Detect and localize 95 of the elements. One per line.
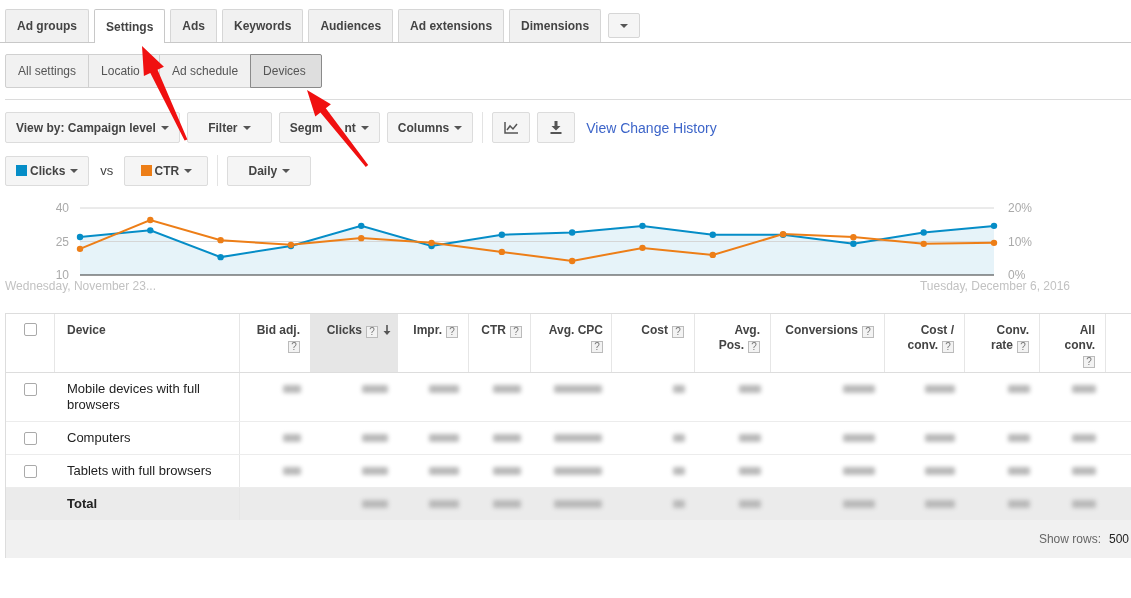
caret-icon bbox=[360, 125, 369, 130]
point bbox=[568, 229, 576, 236]
checkbox[interactable] bbox=[24, 432, 37, 445]
point bbox=[498, 248, 506, 256]
checkbox[interactable] bbox=[23, 323, 37, 336]
point bbox=[709, 251, 716, 259]
axis-tick-label: 20% bbox=[1008, 201, 1033, 215]
help-button[interactable]: ? bbox=[862, 326, 874, 338]
point bbox=[709, 231, 716, 238]
tab[interactable]: Ad schedule bbox=[159, 54, 252, 88]
metric-dropdown[interactable]: Clicks bbox=[5, 155, 90, 186]
tab[interactable]: All settings bbox=[5, 54, 90, 88]
point bbox=[498, 231, 506, 238]
point bbox=[147, 227, 154, 234]
column-header[interactable]: Conversions ? bbox=[771, 314, 885, 372]
point bbox=[358, 222, 365, 230]
point bbox=[76, 233, 84, 241]
line-chart-icon bbox=[504, 121, 519, 134]
column-header[interactable]: Impr. ? bbox=[398, 314, 469, 372]
tab[interactable]: Keywords bbox=[222, 9, 304, 42]
help-button[interactable]: ? bbox=[288, 341, 300, 353]
axis-tick-label: 10% bbox=[1008, 234, 1033, 249]
more-tabs-button[interactable] bbox=[608, 13, 641, 38]
chart-button[interactable] bbox=[492, 112, 531, 143]
dropdown-button[interactable]: Segm nt bbox=[278, 112, 380, 143]
point bbox=[147, 216, 154, 224]
dropdown-button[interactable]: Filter bbox=[186, 112, 272, 143]
help-button[interactable]: ? bbox=[942, 341, 954, 353]
column-header[interactable]: All conv. ? bbox=[1040, 314, 1106, 372]
point bbox=[850, 240, 857, 247]
point bbox=[568, 257, 576, 265]
tab[interactable]: Devices bbox=[250, 54, 323, 88]
point bbox=[920, 229, 927, 236]
dropdown-button[interactable]: Columns bbox=[386, 112, 474, 143]
help-button[interactable]: ? bbox=[591, 341, 603, 353]
column-header[interactable]: Conv. rate ? bbox=[965, 314, 1040, 372]
column-header[interactable]: Cost / conv. ? bbox=[885, 314, 965, 372]
tab[interactable]: Ad groups bbox=[5, 9, 89, 42]
change-history-link[interactable]: View Change History bbox=[586, 119, 717, 136]
axis-tick-label: 25 bbox=[55, 234, 69, 249]
help-button[interactable]: ? bbox=[366, 326, 378, 338]
point bbox=[217, 236, 224, 244]
vs-label: vs bbox=[100, 163, 114, 178]
checkbox[interactable] bbox=[24, 383, 37, 396]
point bbox=[217, 253, 224, 261]
tab[interactable]: Audiences bbox=[308, 9, 394, 42]
show-rows-label: Show rows: bbox=[1038, 532, 1101, 546]
rows-per-page-select[interactable]: 500 bbox=[1108, 532, 1129, 546]
device-name: Mobile devices with full browsers bbox=[67, 381, 200, 412]
column-header[interactable]: Clicks ? bbox=[311, 314, 398, 372]
point bbox=[990, 239, 998, 247]
point bbox=[990, 222, 998, 230]
sort-down-icon bbox=[383, 325, 391, 335]
dropdown-button[interactable]: Daily bbox=[227, 155, 312, 186]
axis-tick-label: 0% bbox=[1008, 268, 1026, 282]
axis-tick-label: 40 bbox=[55, 201, 69, 215]
device-name: Tablets with full browsers bbox=[67, 463, 212, 478]
tab[interactable]: Settings bbox=[94, 9, 166, 43]
tab[interactable]: Ad extensions bbox=[398, 9, 505, 42]
tab[interactable]: Dimensions bbox=[509, 9, 602, 42]
point bbox=[850, 233, 857, 241]
caret-icon bbox=[282, 168, 291, 173]
checkbox[interactable] bbox=[24, 465, 37, 478]
caret-icon bbox=[454, 125, 463, 130]
point bbox=[76, 245, 84, 253]
caret-icon bbox=[620, 23, 629, 28]
point bbox=[358, 234, 365, 242]
caret-icon bbox=[242, 125, 251, 130]
column-header[interactable]: CTR ? bbox=[469, 314, 531, 372]
axis-date-label: Wednesday, November 23... bbox=[5, 279, 156, 293]
metric-dropdown[interactable]: CTR bbox=[124, 155, 209, 186]
axis-tick-label: 10 bbox=[55, 268, 69, 282]
help-button[interactable]: ? bbox=[1083, 356, 1095, 368]
column-header[interactable]: Avg. CPC ? bbox=[531, 314, 612, 372]
tab[interactable]: Ads bbox=[170, 9, 217, 42]
help-button[interactable]: ? bbox=[446, 326, 458, 338]
download-button[interactable] bbox=[537, 112, 576, 143]
dropdown-button[interactable]: View by: Campaign level bbox=[5, 112, 180, 143]
column-header[interactable]: Cost ? bbox=[612, 314, 695, 372]
help-button[interactable]: ? bbox=[748, 341, 760, 353]
column-header[interactable]: Device bbox=[55, 314, 240, 372]
caret-icon bbox=[184, 168, 193, 173]
help-button[interactable]: ? bbox=[672, 326, 684, 338]
caret-icon bbox=[160, 125, 169, 130]
help-button[interactable]: ? bbox=[510, 326, 522, 338]
help-button[interactable]: ? bbox=[1017, 341, 1029, 353]
total-label: Total bbox=[67, 496, 98, 511]
caret-icon bbox=[70, 168, 79, 173]
column-header[interactable]: Avg. Pos. ? bbox=[695, 314, 771, 372]
point bbox=[920, 240, 927, 248]
device-name: Computers bbox=[67, 430, 131, 445]
axis-date-label: Tuesday, December 6, 2016 bbox=[919, 279, 1070, 293]
point bbox=[639, 244, 646, 252]
download-icon bbox=[550, 121, 563, 134]
point bbox=[639, 222, 646, 230]
